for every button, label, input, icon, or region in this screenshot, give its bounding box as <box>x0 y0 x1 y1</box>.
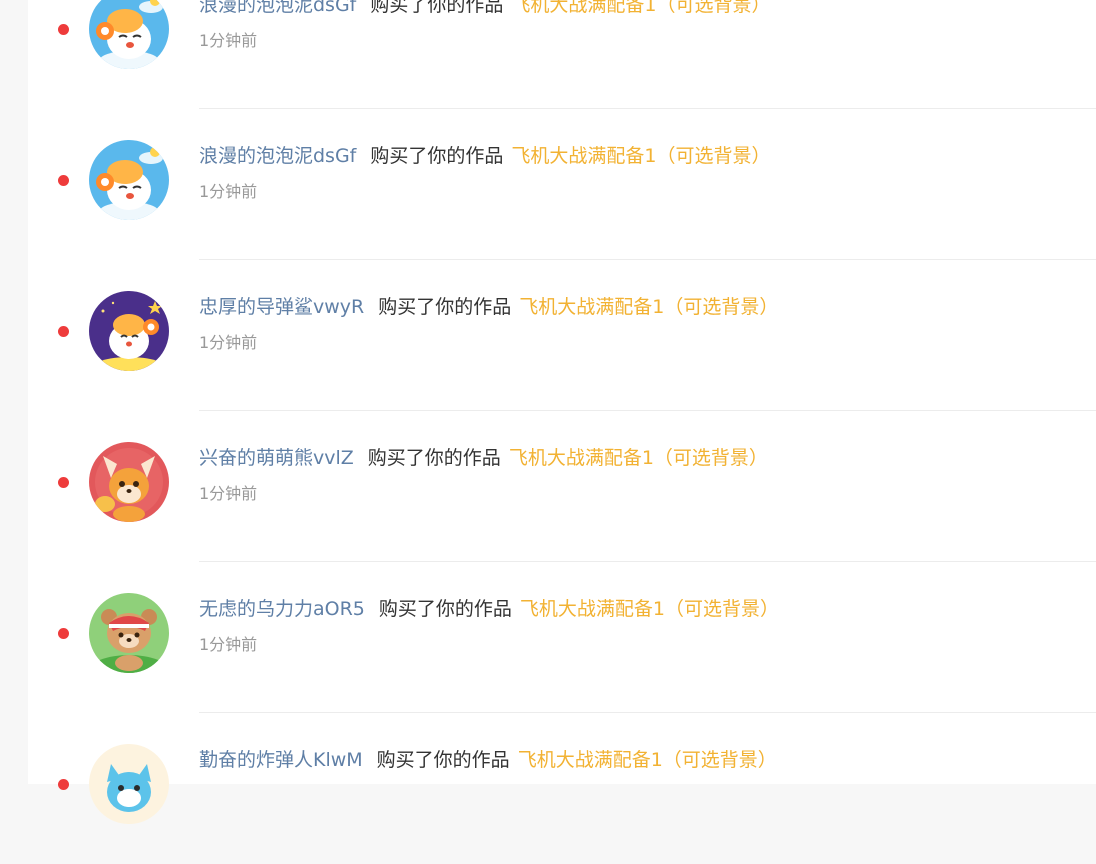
notification-item[interactable]: 浪漫的泡泡泥dsGf 购买了你的作品 飞机大战满配备1（可选背景） 1分钟前 <box>28 109 1096 260</box>
notification-item[interactable]: 无虑的乌力力aOR5 购买了你的作品 飞机大战满配备1（可选背景） 1分钟前 <box>28 562 1096 713</box>
fox-mascot-icon[interactable] <box>89 442 169 522</box>
action-text: 购买了你的作品 <box>367 447 501 469</box>
work-title-link[interactable]: 飞机大战满配备1（可选背景） <box>511 145 770 167</box>
work-title-link[interactable]: 飞机大战满配备1（可选背景） <box>509 447 768 469</box>
action-text: 购买了你的作品 <box>370 0 504 16</box>
username-link[interactable]: 无虑的乌力力aOR5 <box>199 598 365 620</box>
username-link[interactable]: 兴奋的萌萌熊vvlZ <box>199 447 354 469</box>
notification-item[interactable]: 忠厚的导弹鲨vwyR 购买了你的作品 飞机大战满配备1（可选背景） 1分钟前 <box>28 260 1096 411</box>
unread-dot <box>58 628 69 639</box>
notification-text: 浪漫的泡泡泥dsGf 购买了你的作品 飞机大战满配备1（可选背景） <box>199 144 770 168</box>
bear-mascot-icon[interactable] <box>89 593 169 673</box>
timestamp: 1分钟前 <box>199 31 258 50</box>
notification-text: 无虑的乌力力aOR5 购买了你的作品 飞机大战满配备1（可选背景） <box>199 597 779 621</box>
unread-dot <box>58 175 69 186</box>
unread-dot <box>58 477 69 488</box>
notification-item[interactable]: 勤奋的炸弹人KlwM 购买了你的作品 飞机大战满配备1（可选背景） <box>28 713 1096 864</box>
username-link[interactable]: 忠厚的导弹鲨vwyR <box>199 296 364 318</box>
notification-text: 勤奋的炸弹人KlwM 购买了你的作品 飞机大战满配备1（可选背景） <box>199 748 777 772</box>
orange-mascot-night-icon[interactable] <box>89 291 169 371</box>
username-link[interactable]: 勤奋的炸弹人KlwM <box>199 749 363 771</box>
timestamp: 1分钟前 <box>199 635 258 654</box>
username-link[interactable]: 浪漫的泡泡泥dsGf <box>199 145 356 167</box>
username-link[interactable]: 浪漫的泡泡泥dsGf <box>199 0 356 16</box>
orange-mascot-sky-icon[interactable] <box>89 140 169 220</box>
work-title-link[interactable]: 飞机大战满配备1（可选背景） <box>519 296 778 318</box>
notification-item[interactable]: 兴奋的萌萌熊vvlZ 购买了你的作品 飞机大战满配备1（可选背景） 1分钟前 <box>28 411 1096 562</box>
unread-dot <box>58 779 69 790</box>
action-text: 购买了你的作品 <box>378 296 512 318</box>
action-text: 购买了你的作品 <box>376 749 510 771</box>
unread-dot <box>58 24 69 35</box>
notification-item[interactable]: 浪漫的泡泡泥dsGf 购买了你的作品 飞机大战满配备1（可选背景） 1分钟前 <box>28 0 1096 109</box>
blue-creature-icon[interactable] <box>89 744 169 824</box>
notification-text: 忠厚的导弹鲨vwyR 购买了你的作品 飞机大战满配备1（可选背景） <box>199 295 778 319</box>
timestamp: 1分钟前 <box>199 182 258 201</box>
notification-text: 兴奋的萌萌熊vvlZ 购买了你的作品 飞机大战满配备1（可选背景） <box>199 446 768 470</box>
work-title-link[interactable]: 飞机大战满配备1（可选背景） <box>511 0 770 16</box>
action-text: 购买了你的作品 <box>370 145 504 167</box>
notification-text: 浪漫的泡泡泥dsGf 购买了你的作品 飞机大战满配备1（可选背景） <box>199 0 770 17</box>
unread-dot <box>58 326 69 337</box>
work-title-link[interactable]: 飞机大战满配备1（可选背景） <box>518 749 777 771</box>
work-title-link[interactable]: 飞机大战满配备1（可选背景） <box>520 598 779 620</box>
notification-panel: 浪漫的泡泡泥dsGf 购买了你的作品 飞机大战满配备1（可选背景） 1分钟前 浪… <box>28 0 1096 824</box>
orange-mascot-sky-icon[interactable] <box>89 0 169 69</box>
action-text: 购买了你的作品 <box>378 598 512 620</box>
timestamp: 1分钟前 <box>199 484 258 503</box>
timestamp: 1分钟前 <box>199 333 258 352</box>
